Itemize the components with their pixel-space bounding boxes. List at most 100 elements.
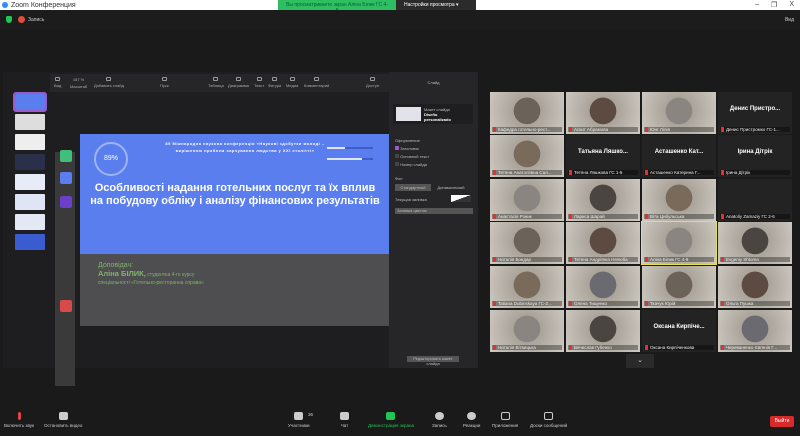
participant-tile[interactable]: Аскит Абрамова [566,92,640,134]
participant-tile[interactable]: Денис Пристро... Денис Пристромко ГС-1... [718,92,792,134]
participant-tile[interactable]: Наталія Вітвицька [490,310,564,352]
participants-button[interactable]: Участники 36 [288,412,313,428]
muted-mic-icon [569,127,572,132]
muted-mic-icon [493,257,496,262]
muted-mic-icon [645,170,648,175]
stop-video-button[interactable]: Остановить видео [44,412,82,428]
chat-button[interactable]: Чат [340,412,349,428]
participant-name-large: Татьяна Ляшко... [578,149,628,155]
participant-tile[interactable]: Череваненко Євгенія Г... [718,310,792,352]
participant-tile[interactable]: Anatoliy Zamaziy ГС 2-6 [718,179,792,221]
participant-tile[interactable]: Юнг Лілія [642,92,716,134]
tool-shape[interactable]: Фигура [268,77,281,88]
participant-tile[interactable]: Ірина Дітрік Ірина Дітрік [718,135,792,177]
chevron-down-icon[interactable]: ⌄ [626,354,654,368]
view-options-button[interactable]: Настройки просмотра ▾ [396,0,476,10]
title-checkbox[interactable]: Заголовок [395,146,419,151]
reactions-button[interactable]: Реакции [463,412,480,428]
slide-side-strip [55,152,75,386]
layout-selector[interactable]: Макет слайда Diseño personalizado [393,104,473,124]
restore-button[interactable]: ❐ [771,1,777,9]
participant-tile[interactable]: Оксана Кирпіче... Оксана Кирпіченкова [642,310,716,352]
appearance-label: Оформление [395,138,420,143]
tool-share[interactable]: Доступ [366,77,379,88]
leave-button[interactable]: Выйти [770,416,794,427]
participant-tile[interactable]: Аліна Білик ГС 4-8 [641,221,717,265]
muted-mic-icon [569,257,572,262]
slide-thumbnail[interactable] [15,174,45,190]
participant-tile[interactable]: Evgeniy Shtoma [718,222,792,264]
participant-tile[interactable]: Вячеслав Губенко [566,310,640,352]
slide-thumbnail[interactable] [15,134,45,150]
muted-mic-icon [721,257,724,262]
participant-name: Наталія Вітвицька [492,345,562,350]
security-shield-icon[interactable] [6,16,12,23]
view-button[interactable]: Вид [785,17,794,23]
participant-name: Наталія Бондар [492,257,562,262]
slide-thumbnail[interactable] [15,234,45,250]
edit-layout-button[interactable]: Редактировать макет слайда [407,356,459,366]
participant-name-large: Оксана Кирпіче... [653,324,705,330]
participant-tile[interactable]: Асташенко Кат... Асташенко Катерина Г... [642,135,716,177]
participant-name: Віта Цибульська [644,214,714,219]
tool-add-slide[interactable]: Добавить слайд [94,77,124,88]
recording-icon [18,16,25,23]
participant-name: Evgeniy Shtoma [720,257,790,262]
dynamic-bg-button[interactable]: Динамический [433,184,469,191]
slide-thumbnail[interactable] [15,214,45,230]
participant-name-large: Ірина Дітрік [737,149,773,155]
slide-thumbnail[interactable] [15,114,45,130]
participant-tile[interactable]: Віта Цибульська [642,179,716,221]
tool-chart[interactable]: Диаграмма [228,77,249,88]
slide-thumbnail[interactable] [15,154,45,170]
slide-thumbnail[interactable] [15,194,45,210]
tool-view[interactable]: Вид [54,77,61,88]
participant-tile[interactable]: Кафедра готельно-рест... [490,92,564,134]
fill-swatch[interactable] [451,195,471,202]
tool-zoom[interactable]: 187 % Масштаб [70,77,87,89]
muted-mic-icon [645,257,648,262]
tool-table[interactable]: Таблица [208,77,224,88]
participant-tile[interactable]: Тетяна Андріївна Нелюба [566,222,640,264]
muted-mic-icon [721,301,724,306]
tool-media[interactable]: Медиа [286,77,298,88]
share-screen-button[interactable]: Демонстрация экрана [368,412,414,428]
fill-type-select[interactable]: Заливка цветом [395,208,473,214]
participant-tile[interactable]: Лариса Шарай [566,179,640,221]
participant-name: Кафедра готельно-рест... [492,127,562,132]
participant-name: Ірина Дітрік [720,170,790,175]
muted-mic-icon [569,214,572,219]
slide-navigator [7,92,47,368]
participant-tile[interactable]: Анастасія Рзник [490,179,564,221]
zoom-logo-icon [2,2,8,8]
participant-tile[interactable]: Tatiana Dubinskaya ГС-2... [490,266,564,308]
tool-text[interactable]: Текст [254,77,264,88]
body-checkbox[interactable]: Основной текст [395,154,429,159]
muted-mic-icon [721,214,724,219]
participant-tile[interactable]: Ткачук Юрій [642,266,716,308]
participant-tile[interactable]: Татьяна Ляшко... Тетяна Ляшкова ГС 1-5 [566,135,640,177]
whiteboard-button[interactable]: Доски сообщений [530,412,567,428]
tool-play[interactable]: Пуск [160,77,169,88]
slide-thumbnail[interactable] [13,92,47,112]
close-button[interactable]: X [789,1,794,9]
tool-comment[interactable]: Комментарий [304,77,329,88]
record-button[interactable]: Запись [432,412,447,428]
unmute-button[interactable]: Включить звук [4,412,34,428]
panel-tab-slide[interactable]: Слайд [389,72,478,85]
participant-tile[interactable]: Ольга Пушка [718,266,792,308]
participant-tile[interactable]: Олена Тищенко [566,266,640,308]
muted-mic-icon [493,345,496,350]
meeting-toolbar: Включить звук Остановить видео Участники… [0,408,800,436]
participant-tile[interactable]: Тетяна Анатоліївна Сал... [490,135,564,177]
participant-tile[interactable]: Наталія Бондар [490,222,564,264]
standard-bg-button[interactable]: Стандартный [395,184,431,191]
slide-canvas[interactable]: 89% 89 Міжнародна наукова конференція «Н… [80,134,390,326]
participant-name: Олена Тищенко [568,301,638,306]
apps-button[interactable]: Приложения [492,412,518,428]
slide-number-checkbox[interactable]: Номер слайда [395,162,427,167]
participant-name-large: Денис Пристро... [729,106,781,112]
participant-name: Череваненко Євгенія Г... [720,345,790,350]
minimize-button[interactable]: – [755,1,759,9]
muted-mic-icon [493,214,496,219]
